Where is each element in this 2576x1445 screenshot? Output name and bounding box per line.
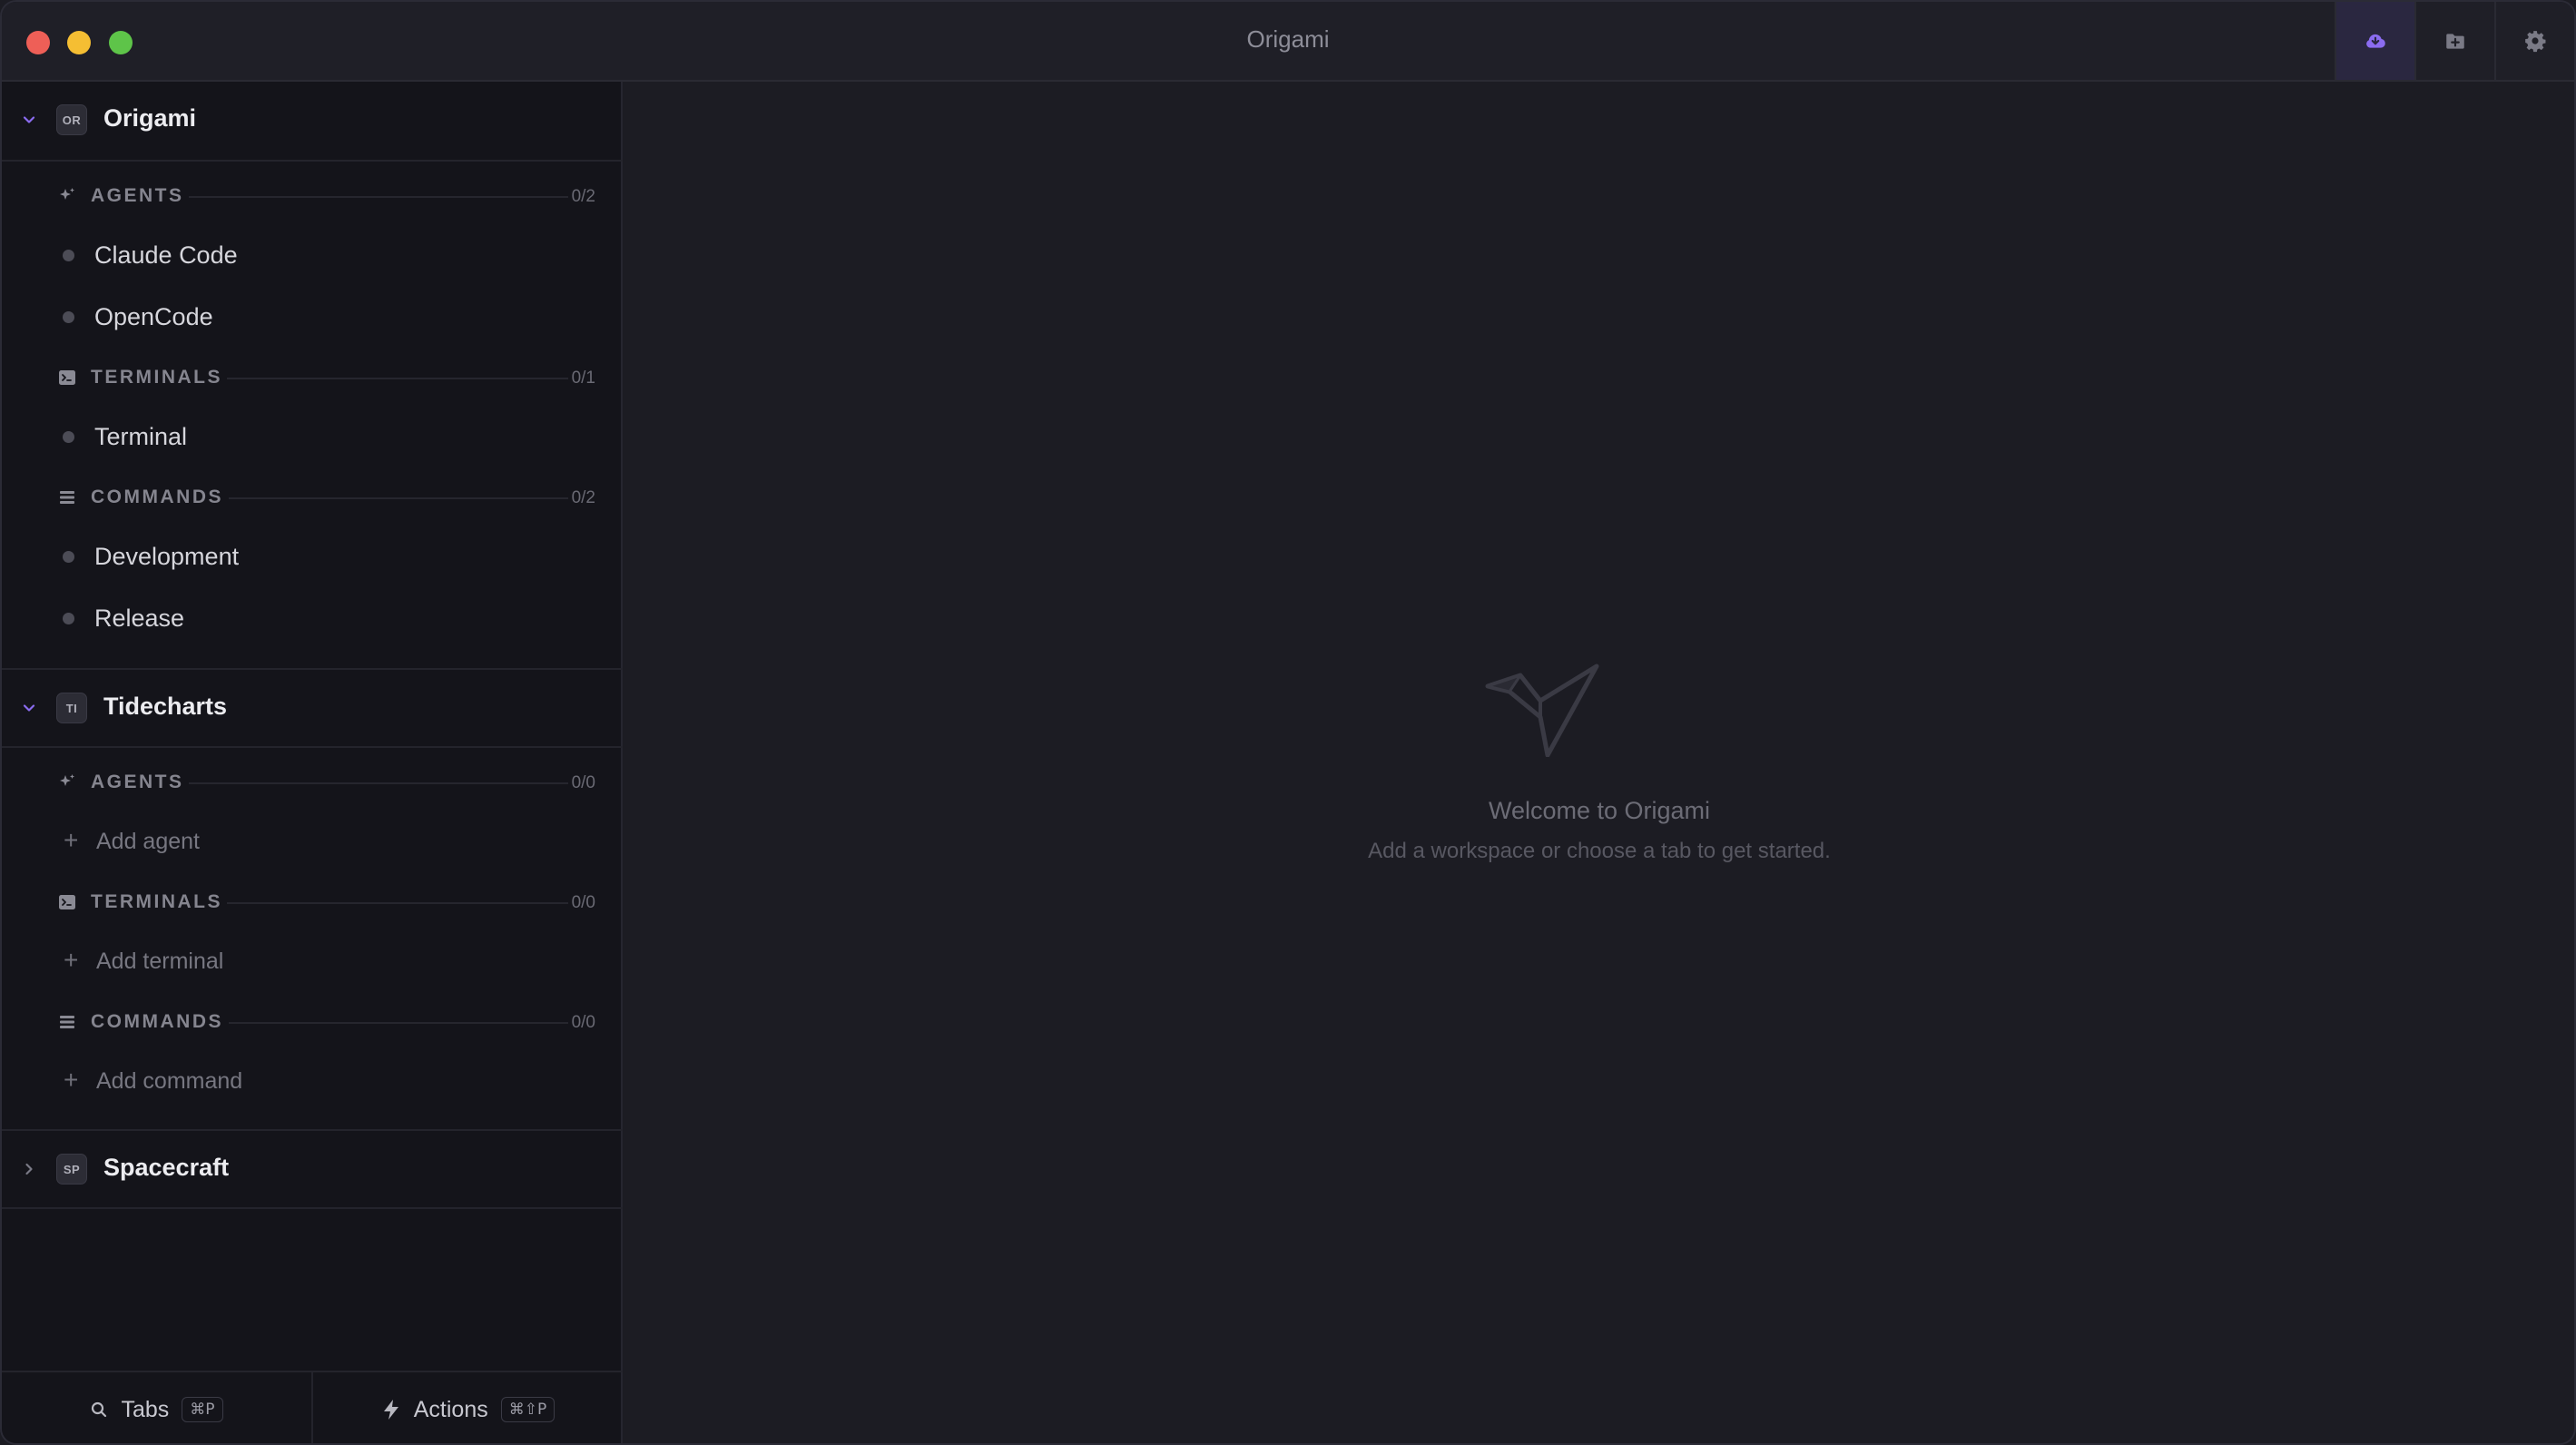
add-terminal-button[interactable]: + Add terminal [2,933,623,988]
title-bar: Origami [2,2,2574,82]
terminal-icon [59,370,75,385]
section-terminals: TERMINALS 0/1 [2,359,623,396]
tabs-shortcut: ⌘P [182,1397,223,1422]
add-terminal-label: Add terminal [96,949,224,974]
section-count: 0/2 [571,488,595,507]
agent-item[interactable]: Claude Code [2,227,623,281]
workspace-name: Spacecraft [103,1154,230,1181]
workspace-name: Origami [103,104,197,132]
section-count: 0/0 [571,773,595,792]
search-icon [92,1401,107,1418]
section-label: TERMINALS [91,891,222,912]
section-label: TERMINALS [91,367,222,388]
status-dot [63,551,74,563]
window-title: Origami [1246,25,1330,53]
add-command-label: Add command [96,1068,243,1094]
section-divider [229,497,568,499]
chevron-right-icon[interactable] [21,1161,37,1177]
sparkles-icon [60,774,74,786]
status-dot [63,431,74,443]
add-agent-button[interactable]: + Add agent [2,813,623,868]
section-label: AGENTS [91,772,184,792]
section-count: 0/1 [571,369,595,388]
list-icon [60,1016,74,1028]
sidebar-footer: Tabs ⌘P Actions ⌘⇧P [2,1371,623,1443]
workspace-badge: TI [56,693,87,723]
add-command-button[interactable]: + Add command [2,1053,623,1107]
welcome-title: Welcome to Origami [1488,797,1711,824]
agent-label: OpenCode [94,303,213,330]
section-agents: AGENTS 0/2 [2,178,623,214]
section-count: 0/2 [571,187,595,206]
command-item[interactable]: Release [2,590,623,644]
workspace-header-origami[interactable]: OR Origami [2,82,623,162]
section-divider [229,1022,568,1024]
command-item[interactable]: Development [2,528,623,583]
agent-label: Claude Code [94,241,238,269]
section-label: COMMANDS [91,1011,223,1032]
plus-icon: + [64,1066,79,1094]
plus-icon: + [64,946,79,974]
agent-item[interactable]: OpenCode [2,289,623,343]
tabs-label: Tabs [121,1396,170,1422]
add-folder-icon [2446,34,2464,49]
section-divider [227,378,568,379]
terminal-label: Terminal [94,423,188,450]
section-commands: COMMANDS 0/2 [2,479,623,516]
section-label: AGENTS [91,185,184,206]
actions-shortcut: ⌘⇧P [500,1397,556,1422]
actions-label: Actions [413,1396,488,1422]
section-divider [189,196,568,198]
terminal-item[interactable]: Terminal [2,408,623,463]
lightning-icon [383,1400,398,1420]
actions-button[interactable]: Actions ⌘⇧P [311,1372,623,1443]
section-divider [189,782,568,784]
plus-icon: + [64,826,79,854]
section-agents: AGENTS 0/0 [2,764,623,801]
app-window: Origami OR Origami AGENTS 0/2 Claude Cod… [0,0,2576,1445]
chevron-down-icon[interactable] [21,700,37,716]
status-dot [63,311,74,323]
terminal-icon [59,895,75,909]
sync-button[interactable] [2335,2,2414,80]
workspace-header-spacecraft[interactable]: SP Spacecraft [2,1129,623,1209]
sidebar: OR Origami AGENTS 0/2 Claude Code OpenCo… [2,82,623,1443]
command-label: Release [94,605,185,632]
section-commands: COMMANDS 0/0 [2,1004,623,1040]
section-count: 0/0 [571,1013,595,1032]
tabs-button[interactable]: Tabs ⌘P [2,1372,311,1443]
add-workspace-button[interactable] [2414,2,2494,80]
settings-button[interactable] [2494,2,2574,80]
status-dot [63,613,74,624]
chevron-down-icon[interactable] [21,112,37,128]
section-terminals: TERMINALS 0/0 [2,884,623,920]
workspace-badge: OR [56,104,87,135]
gear-icon [2525,31,2546,53]
workspace-badge: SP [56,1154,87,1185]
section-label: COMMANDS [91,487,223,507]
status-dot [63,250,74,261]
workspace-header-tidecharts[interactable]: TI Tidecharts [2,668,623,748]
origami-bird-icon [1485,664,1599,757]
command-label: Development [94,543,240,570]
workspace-name: Tidecharts [103,693,228,720]
section-count: 0/0 [571,893,595,912]
sparkles-icon [60,188,74,200]
section-divider [227,902,568,904]
add-agent-label: Add agent [96,829,200,854]
list-icon [60,491,74,504]
welcome-subtitle: Add a workspace or choose a tab to get s… [1368,839,1831,863]
cloud-sync-icon [2366,34,2385,48]
